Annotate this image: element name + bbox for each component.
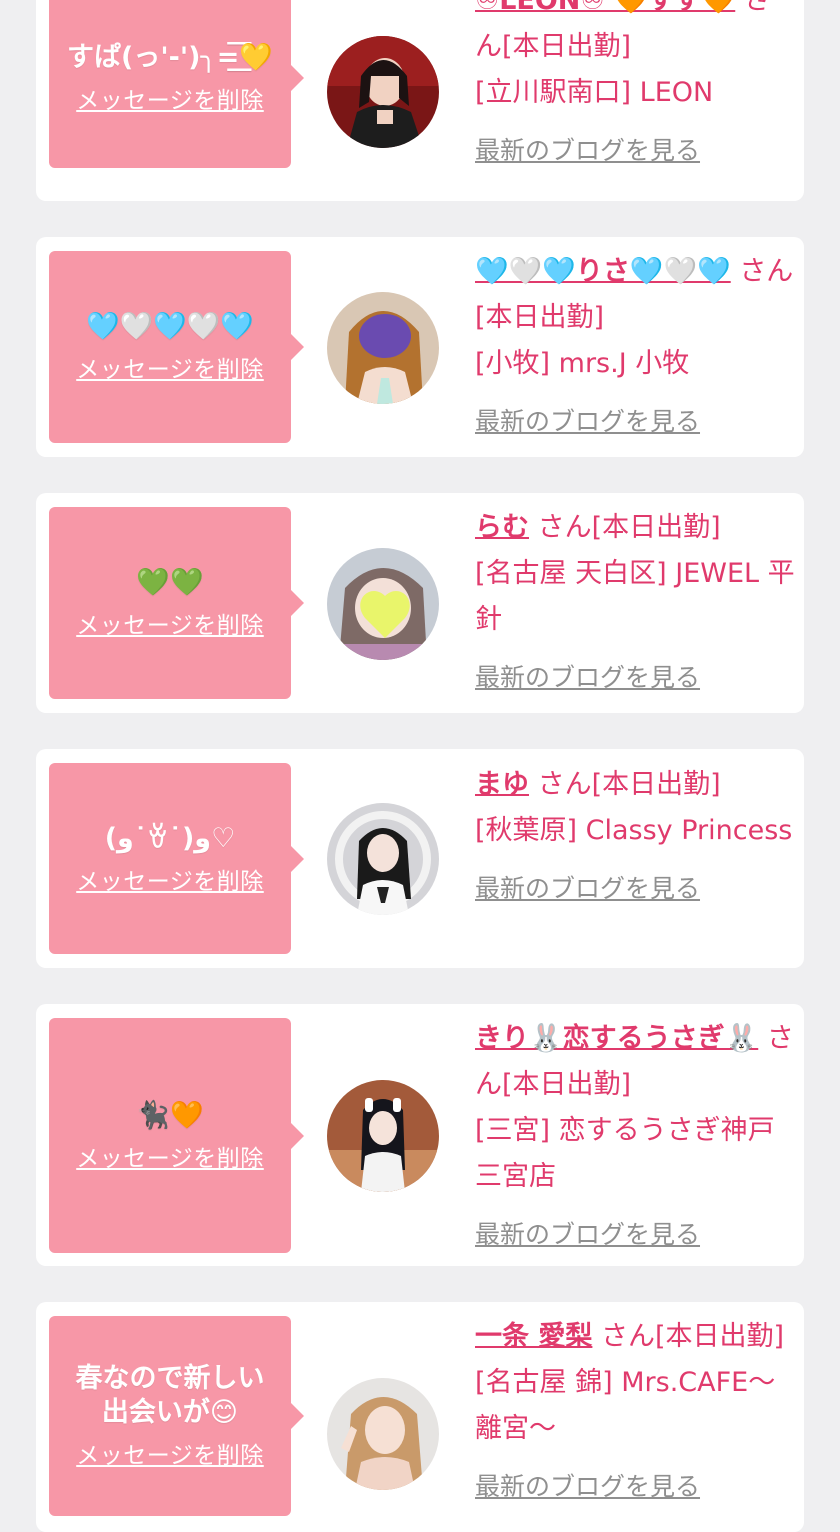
message-text: 💚💚 bbox=[136, 567, 204, 598]
shop-name: [秋葉原] Classy Princess bbox=[475, 815, 793, 846]
message-bubble: (و˙ꈊ˙)و♡ メッセージを削除 bbox=[49, 763, 304, 954]
latest-blog-link[interactable]: 最新のブログを見る bbox=[475, 128, 700, 174]
cast-info: 一条 愛梨 さん[本日出勤] [名古屋 錦] Mrs.CAFE〜離宮〜 最新のブ… bbox=[475, 1314, 795, 1510]
avatar[interactable] bbox=[327, 548, 439, 660]
message-bubble: すぱ(っ'-')╮=͟͟͞͞💛 メッセージを削除 bbox=[49, 0, 304, 168]
message-text: 🐈‍⬛🧡 bbox=[136, 1099, 204, 1131]
cast-info: きり🐰恋するうさぎ🐰 さん[本日出勤] [三宮] 恋するうさぎ神戸三宮店 最新の… bbox=[475, 1016, 795, 1258]
avatar[interactable] bbox=[327, 36, 439, 148]
shop-name: [立川駅南口] LEON bbox=[475, 77, 714, 108]
message-bubble: 🩵🤍🩵🤍🩵 メッセージを削除 bbox=[49, 251, 304, 443]
cast-status: さん[本日出勤] bbox=[537, 512, 721, 543]
cast-card: (و˙ꈊ˙)و♡ メッセージを削除 まゆ さん[本日出勤] [秋葉原] Clas… bbox=[36, 749, 804, 968]
avatar-photo-icon bbox=[327, 548, 439, 660]
latest-blog-link[interactable]: 最新のブログを見る bbox=[475, 1212, 700, 1258]
message-bubble: 春なので新しい出会いが😊 メッセージを削除 bbox=[49, 1316, 304, 1516]
message-bubble: 💚💚 メッセージを削除 bbox=[49, 507, 304, 699]
favorites-list: すぱ(っ'-')╮=͟͟͞͞💛 メッセージを削除 ♾LEON♾ 🧡すず🧡 さん[… bbox=[0, 0, 840, 1532]
delete-message-link[interactable]: メッセージを削除 bbox=[76, 1436, 264, 1470]
avatar-photo-icon bbox=[327, 803, 439, 915]
cast-name-link[interactable]: きり🐰恋するうさぎ🐰 bbox=[475, 1023, 758, 1054]
cast-info: ♾LEON♾ 🧡すず🧡 さん[本日出勤] [立川駅南口] LEON 最新のブログ… bbox=[475, 0, 795, 174]
message-text: すぱ(っ'-')╮=͟͟͞͞💛 bbox=[67, 42, 273, 73]
avatar-photo-icon bbox=[327, 1080, 439, 1192]
delete-message-link[interactable]: メッセージを削除 bbox=[76, 350, 264, 384]
cast-info: らむ さん[本日出勤] [名古屋 天白区] JEWEL 平針 最新のブログを見る bbox=[475, 505, 795, 701]
cast-name-link[interactable]: ♾LEON♾ 🧡すず🧡 bbox=[475, 0, 735, 16]
avatar[interactable] bbox=[327, 1378, 439, 1490]
message-text: (و˙ꈊ˙)و♡ bbox=[104, 822, 236, 854]
delete-message-link[interactable]: メッセージを削除 bbox=[76, 1139, 264, 1173]
avatar-photo-icon bbox=[327, 1378, 439, 1490]
message-text: 春なので新しい出会いが😊 bbox=[75, 1363, 265, 1428]
cast-card: 🩵🤍🩵🤍🩵 メッセージを削除 🩵🤍🩵りさ🩵🤍🩵 さん[本日出勤] [小牧] mr… bbox=[36, 237, 804, 457]
message-bubble: 🐈‍⬛🧡 メッセージを削除 bbox=[49, 1018, 304, 1253]
avatar[interactable] bbox=[327, 803, 439, 915]
cast-card: すぱ(っ'-')╮=͟͟͞͞💛 メッセージを削除 ♾LEON♾ 🧡すず🧡 さん[… bbox=[36, 0, 804, 201]
cast-name-link[interactable]: 🩵🤍🩵りさ🩵🤍🩵 bbox=[475, 256, 731, 287]
cast-card: 🐈‍⬛🧡 メッセージを削除 きり🐰恋するうさぎ🐰 さん[本日出勤] [三宮] 恋… bbox=[36, 1004, 804, 1266]
avatar-photo-icon bbox=[327, 292, 439, 404]
shop-name: [三宮] 恋するうさぎ神戸三宮店 bbox=[475, 1115, 775, 1192]
delete-message-link[interactable]: メッセージを削除 bbox=[76, 862, 264, 896]
delete-message-link[interactable]: メッセージを削除 bbox=[76, 81, 264, 115]
shop-name: [名古屋 天白区] JEWEL 平針 bbox=[475, 558, 795, 635]
cast-card: 春なので新しい出会いが😊 メッセージを削除 一条 愛梨 さん[本日出勤] [名古… bbox=[36, 1302, 804, 1532]
shop-name: [小牧] mrs.J 小牧 bbox=[475, 348, 690, 379]
cast-info: まゆ さん[本日出勤] [秋葉原] Classy Princess 最新のブログ… bbox=[475, 762, 795, 912]
latest-blog-link[interactable]: 最新のブログを見る bbox=[475, 1464, 700, 1510]
cast-status: さん[本日出勤] bbox=[601, 1321, 785, 1352]
avatar[interactable] bbox=[327, 1080, 439, 1192]
message-text: 🩵🤍🩵🤍🩵 bbox=[85, 311, 255, 342]
avatar[interactable] bbox=[327, 292, 439, 404]
avatar-photo-icon bbox=[327, 36, 439, 148]
cast-info: 🩵🤍🩵りさ🩵🤍🩵 さん[本日出勤] [小牧] mrs.J 小牧 最新のブログを見… bbox=[475, 249, 795, 445]
cast-name-link[interactable]: まゆ bbox=[475, 769, 529, 800]
cast-name-link[interactable]: らむ bbox=[475, 512, 529, 543]
latest-blog-link[interactable]: 最新のブログを見る bbox=[475, 399, 700, 445]
delete-message-link[interactable]: メッセージを削除 bbox=[76, 606, 264, 640]
shop-name: [名古屋 錦] Mrs.CAFE〜離宮〜 bbox=[475, 1367, 776, 1444]
latest-blog-link[interactable]: 最新のブログを見る bbox=[475, 866, 700, 912]
cast-status: さん[本日出勤] bbox=[537, 769, 721, 800]
latest-blog-link[interactable]: 最新のブログを見る bbox=[475, 655, 700, 701]
cast-card: 💚💚 メッセージを削除 らむ さん[本日出勤] [名古屋 天白区] JEWEL … bbox=[36, 493, 804, 713]
cast-name-link[interactable]: 一条 愛梨 bbox=[475, 1321, 592, 1352]
